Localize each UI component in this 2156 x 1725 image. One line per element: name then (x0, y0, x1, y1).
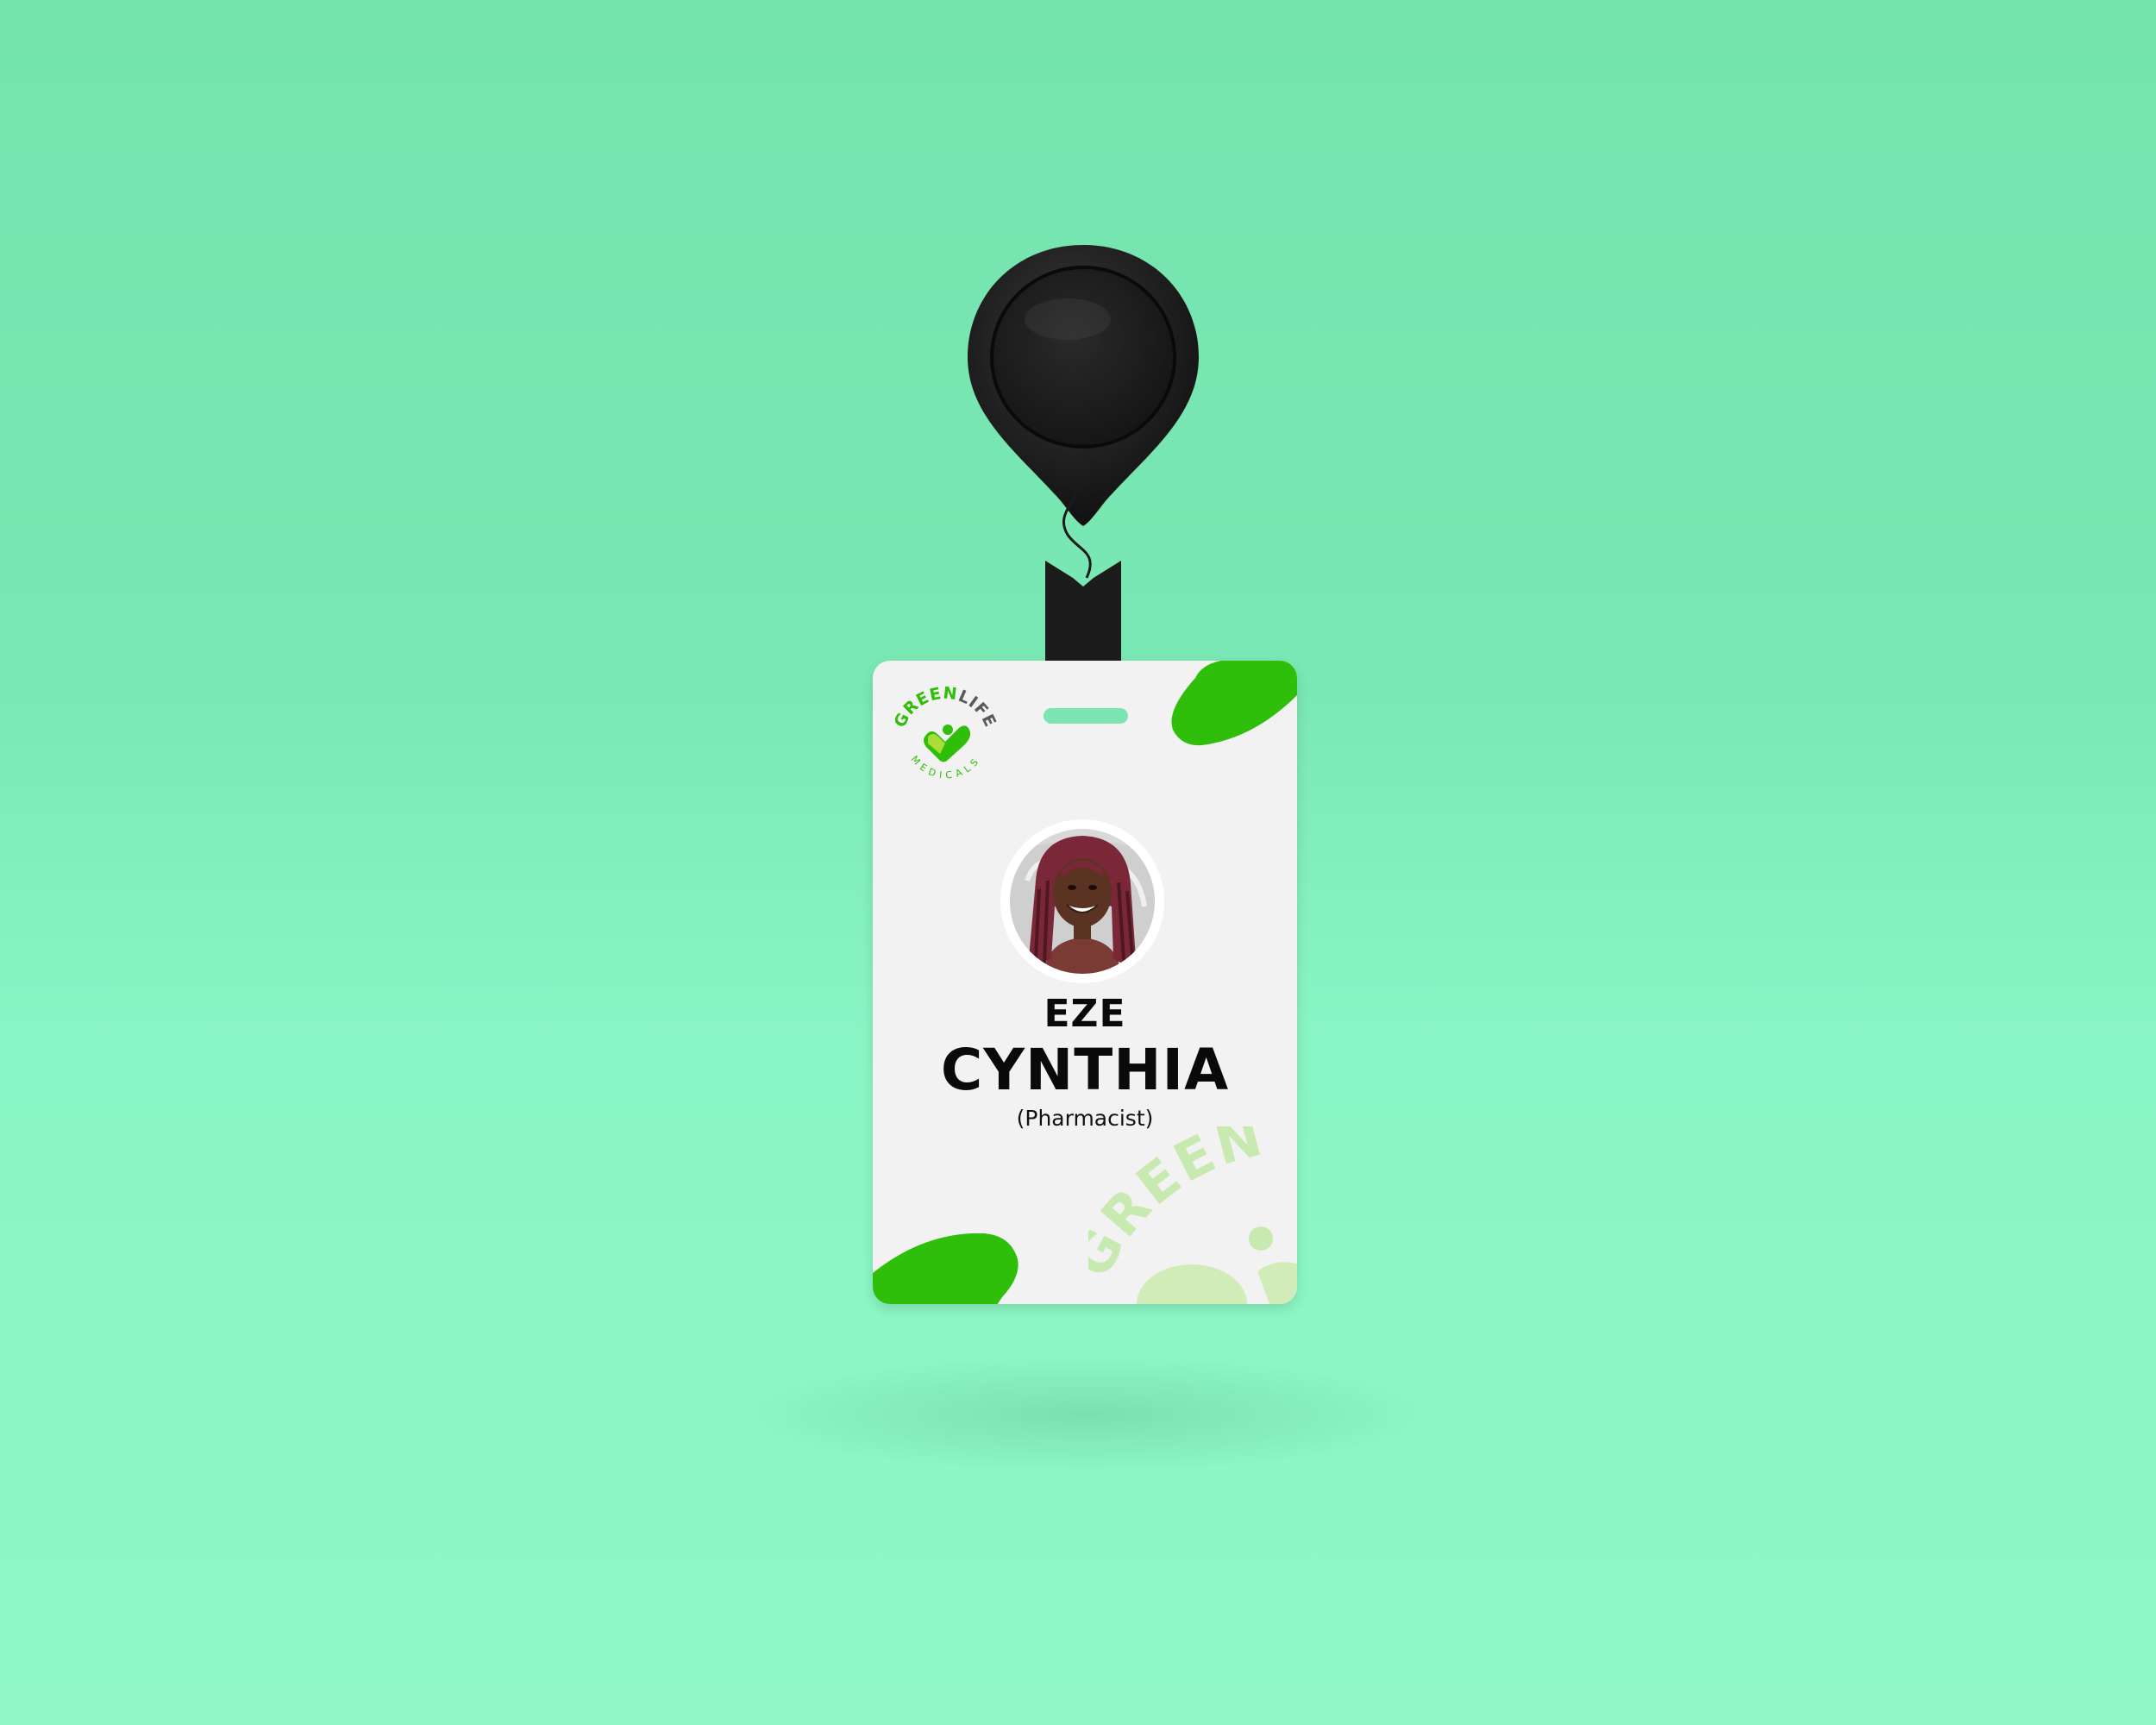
logo-text-life: LIFE (956, 687, 1000, 731)
greenlife-logo: GREENLIFE MEDICALS (891, 683, 1000, 781)
photo-frame (1000, 819, 1164, 983)
svg-text:GREENLIFE: GREENLIFE (891, 683, 1000, 730)
lanyard-slot (1044, 708, 1128, 724)
green-accent-bottom (873, 1233, 1018, 1304)
green-watermark: GREEN (1088, 1126, 1297, 1304)
watermark-text: GREEN (1088, 1126, 1268, 1287)
avatar-photo (1010, 829, 1155, 974)
first-name: CYNTHIA (940, 1037, 1230, 1103)
job-title: (Pharmacist) (1016, 1106, 1154, 1131)
green-accent-top (1171, 661, 1297, 746)
id-badge: GREEN GREENLIFE MEDICALS (873, 661, 1297, 1304)
surname: EZE (1044, 992, 1126, 1036)
svg-text:GREEN: GREEN (1088, 1126, 1270, 1287)
floor-shadow (733, 1354, 1440, 1475)
heart-check-icon (924, 724, 971, 762)
logo-text-green: GREEN (891, 683, 959, 730)
